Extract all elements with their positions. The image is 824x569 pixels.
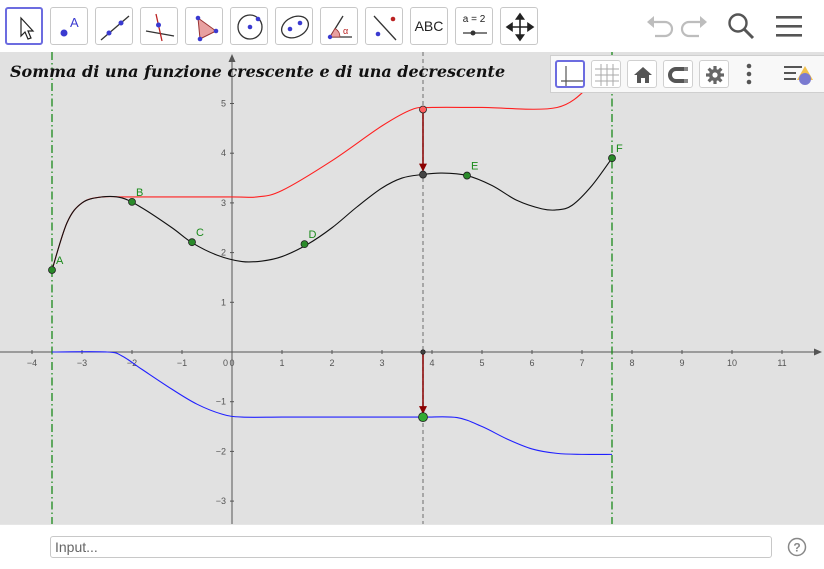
x-tick-label: −4 <box>27 358 37 368</box>
plot-canvas[interactable]: −4 −3 −2 −1 0 1 2 3 4 5 6 7 8 9 10 110−3−2−112345ABC DEF <box>0 52 824 524</box>
polygon-icon <box>195 15 219 42</box>
point-label-C: C <box>196 227 204 239</box>
more-vertical-icon[interactable] <box>741 60 757 88</box>
point-red-1 <box>419 105 427 114</box>
style-bar <box>550 55 824 93</box>
red-curve <box>51 83 593 271</box>
origin-label: 0 <box>223 358 228 368</box>
point-F <box>608 154 616 163</box>
move-tool[interactable] <box>5 7 43 45</box>
x-tick-label: 9 <box>679 358 684 368</box>
black-curve <box>51 157 613 271</box>
x-tick-label: 1 <box>279 358 284 368</box>
x-tick-label: 11 <box>777 358 786 368</box>
x-axis-arrow <box>814 348 822 356</box>
home-icon <box>634 67 652 83</box>
ellipse-icon <box>280 15 310 39</box>
text-tool[interactable]: ABC <box>410 7 448 45</box>
line-tool[interactable] <box>95 7 133 45</box>
circle-tool[interactable] <box>230 7 268 45</box>
x-tick-label: −1 <box>177 358 187 368</box>
move-arrows-icon <box>505 12 535 42</box>
line-through-two-points-icon <box>100 15 130 41</box>
x-tick-label: −3 <box>77 358 87 368</box>
point-E <box>463 171 471 180</box>
snap-magnet-icon <box>668 67 688 83</box>
y-tick-label: 1 <box>221 297 226 307</box>
point-A <box>48 266 56 274</box>
show-grid-icon <box>595 64 619 86</box>
undo-icon[interactable] <box>643 10 677 42</box>
perpendicular-line-icon <box>145 13 175 42</box>
point-tool[interactable]: A <box>50 7 88 45</box>
x-tick-label: 4 <box>429 358 434 368</box>
slider-tool[interactable]: a = 2 <box>455 7 493 45</box>
x-tick-label: 5 <box>479 358 484 368</box>
standard-view-button[interactable] <box>627 60 657 88</box>
perpendicular-line-tool[interactable] <box>140 7 178 45</box>
arrow-cursor-icon <box>20 16 35 40</box>
y-tick-label: 5 <box>221 99 226 109</box>
graphics-settings-button[interactable] <box>699 60 729 88</box>
y-tick-label: −1 <box>216 397 226 407</box>
reflect-tool[interactable] <box>365 7 403 45</box>
toggle-style-bar-icon[interactable] <box>781 60 817 88</box>
point-label-F: F <box>616 143 623 155</box>
angle-tool-label: α <box>343 26 348 36</box>
y-tick-label: −3 <box>216 496 226 506</box>
slider-icon <box>463 30 487 36</box>
point-label-A: A <box>56 255 64 267</box>
input-bar: ? <box>0 524 824 569</box>
x-tick-label: 7 <box>579 358 584 368</box>
point-label-B: B <box>136 187 143 199</box>
point-label-D: D <box>309 229 317 241</box>
circle-center-point-icon <box>237 14 263 40</box>
search-icon[interactable] <box>724 10 758 42</box>
show-grid-button[interactable] <box>591 60 621 88</box>
settings-gear-icon <box>706 66 724 84</box>
x-tick-label: 10 <box>727 358 737 368</box>
point-capturing-button[interactable] <box>663 60 693 88</box>
graphics-view[interactable]: −4 −3 −2 −1 0 1 2 3 4 5 6 7 8 9 10 11 0 −3 −2 −1 1 2 3 4 5 A B C D E F <box>0 52 824 524</box>
point-label-E: E <box>471 161 478 173</box>
help-icon[interactable]: ? <box>787 537 807 557</box>
angle-icon: α <box>327 15 352 40</box>
point-D <box>300 240 309 249</box>
y-axis-arrow <box>228 54 236 62</box>
x-tick-label: 3 <box>379 358 384 368</box>
angle-tool[interactable]: α <box>320 7 358 45</box>
point-green-4 <box>418 412 428 423</box>
point-black-2 <box>419 170 427 179</box>
algebra-input[interactable] <box>50 536 772 558</box>
menu-icon[interactable] <box>772 10 806 42</box>
y-tick-label: −2 <box>216 446 226 456</box>
svg-text:?: ? <box>793 541 800 555</box>
x-tick-label: 0 <box>229 358 234 368</box>
toolbar: A α ABC a = 2 <box>0 0 824 52</box>
point-black-3 <box>420 349 426 355</box>
y-tick-label: 3 <box>221 198 226 208</box>
polygon-tool[interactable] <box>185 7 223 45</box>
text-tool-label: ABC <box>414 18 444 34</box>
page-title: Somma di una funzione crescente e di una… <box>10 62 506 81</box>
y-tick-label: 4 <box>221 148 226 158</box>
reflect-about-line-icon <box>373 15 397 41</box>
move-graphics-view-tool[interactable] <box>500 7 538 45</box>
point-C <box>188 238 196 247</box>
x-tick-label: 6 <box>529 358 534 368</box>
show-axes-icon <box>561 66 583 86</box>
ellipse-tool[interactable] <box>275 7 313 45</box>
show-axes-button[interactable] <box>555 60 585 88</box>
point-tool-label: A <box>70 15 79 30</box>
x-tick-label: 2 <box>329 358 334 368</box>
y-tick-label: 2 <box>221 248 226 258</box>
point-icon: A <box>60 15 79 37</box>
redo-icon[interactable] <box>677 10 711 42</box>
point-B <box>128 198 136 206</box>
x-tick-label: 8 <box>629 358 634 368</box>
